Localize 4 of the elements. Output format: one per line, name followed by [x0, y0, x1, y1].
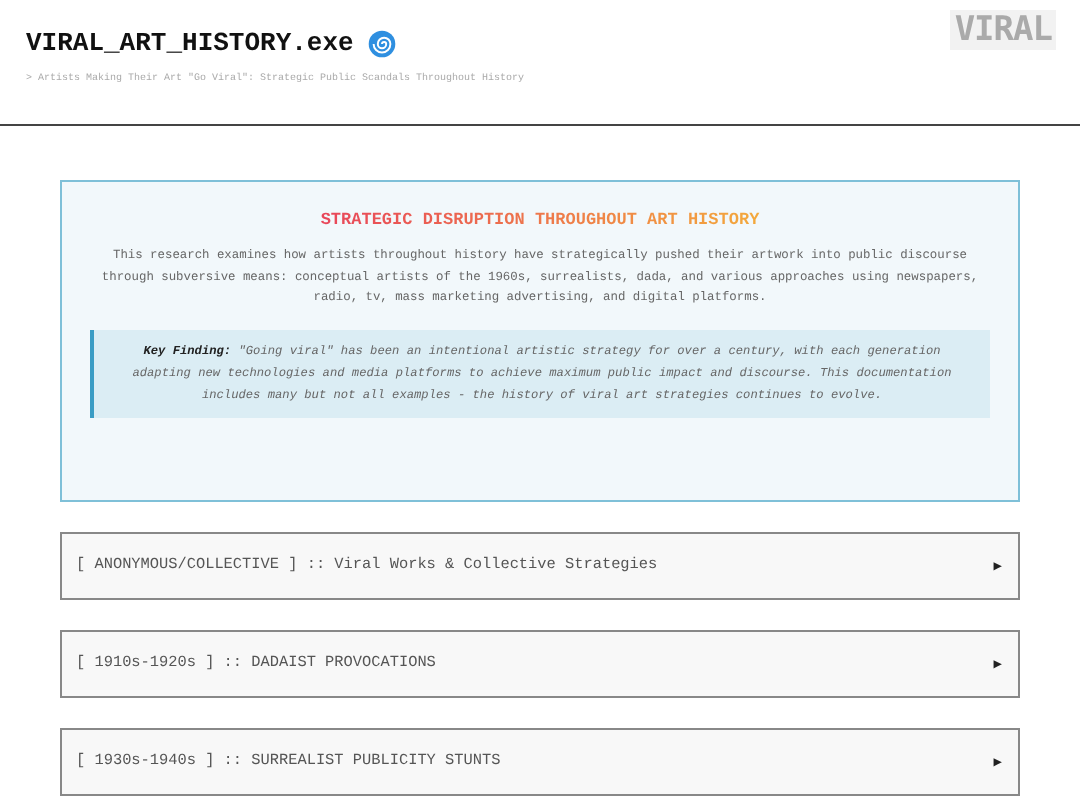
page-title: VIRAL_ART_HISTORY.exe [26, 28, 354, 58]
spiral-icon [367, 29, 396, 57]
logo: VIRAL [950, 10, 1056, 50]
intro-heading: STRATEGIC DISRUPTION THROUGHOUT ART HISTORY [320, 210, 760, 230]
